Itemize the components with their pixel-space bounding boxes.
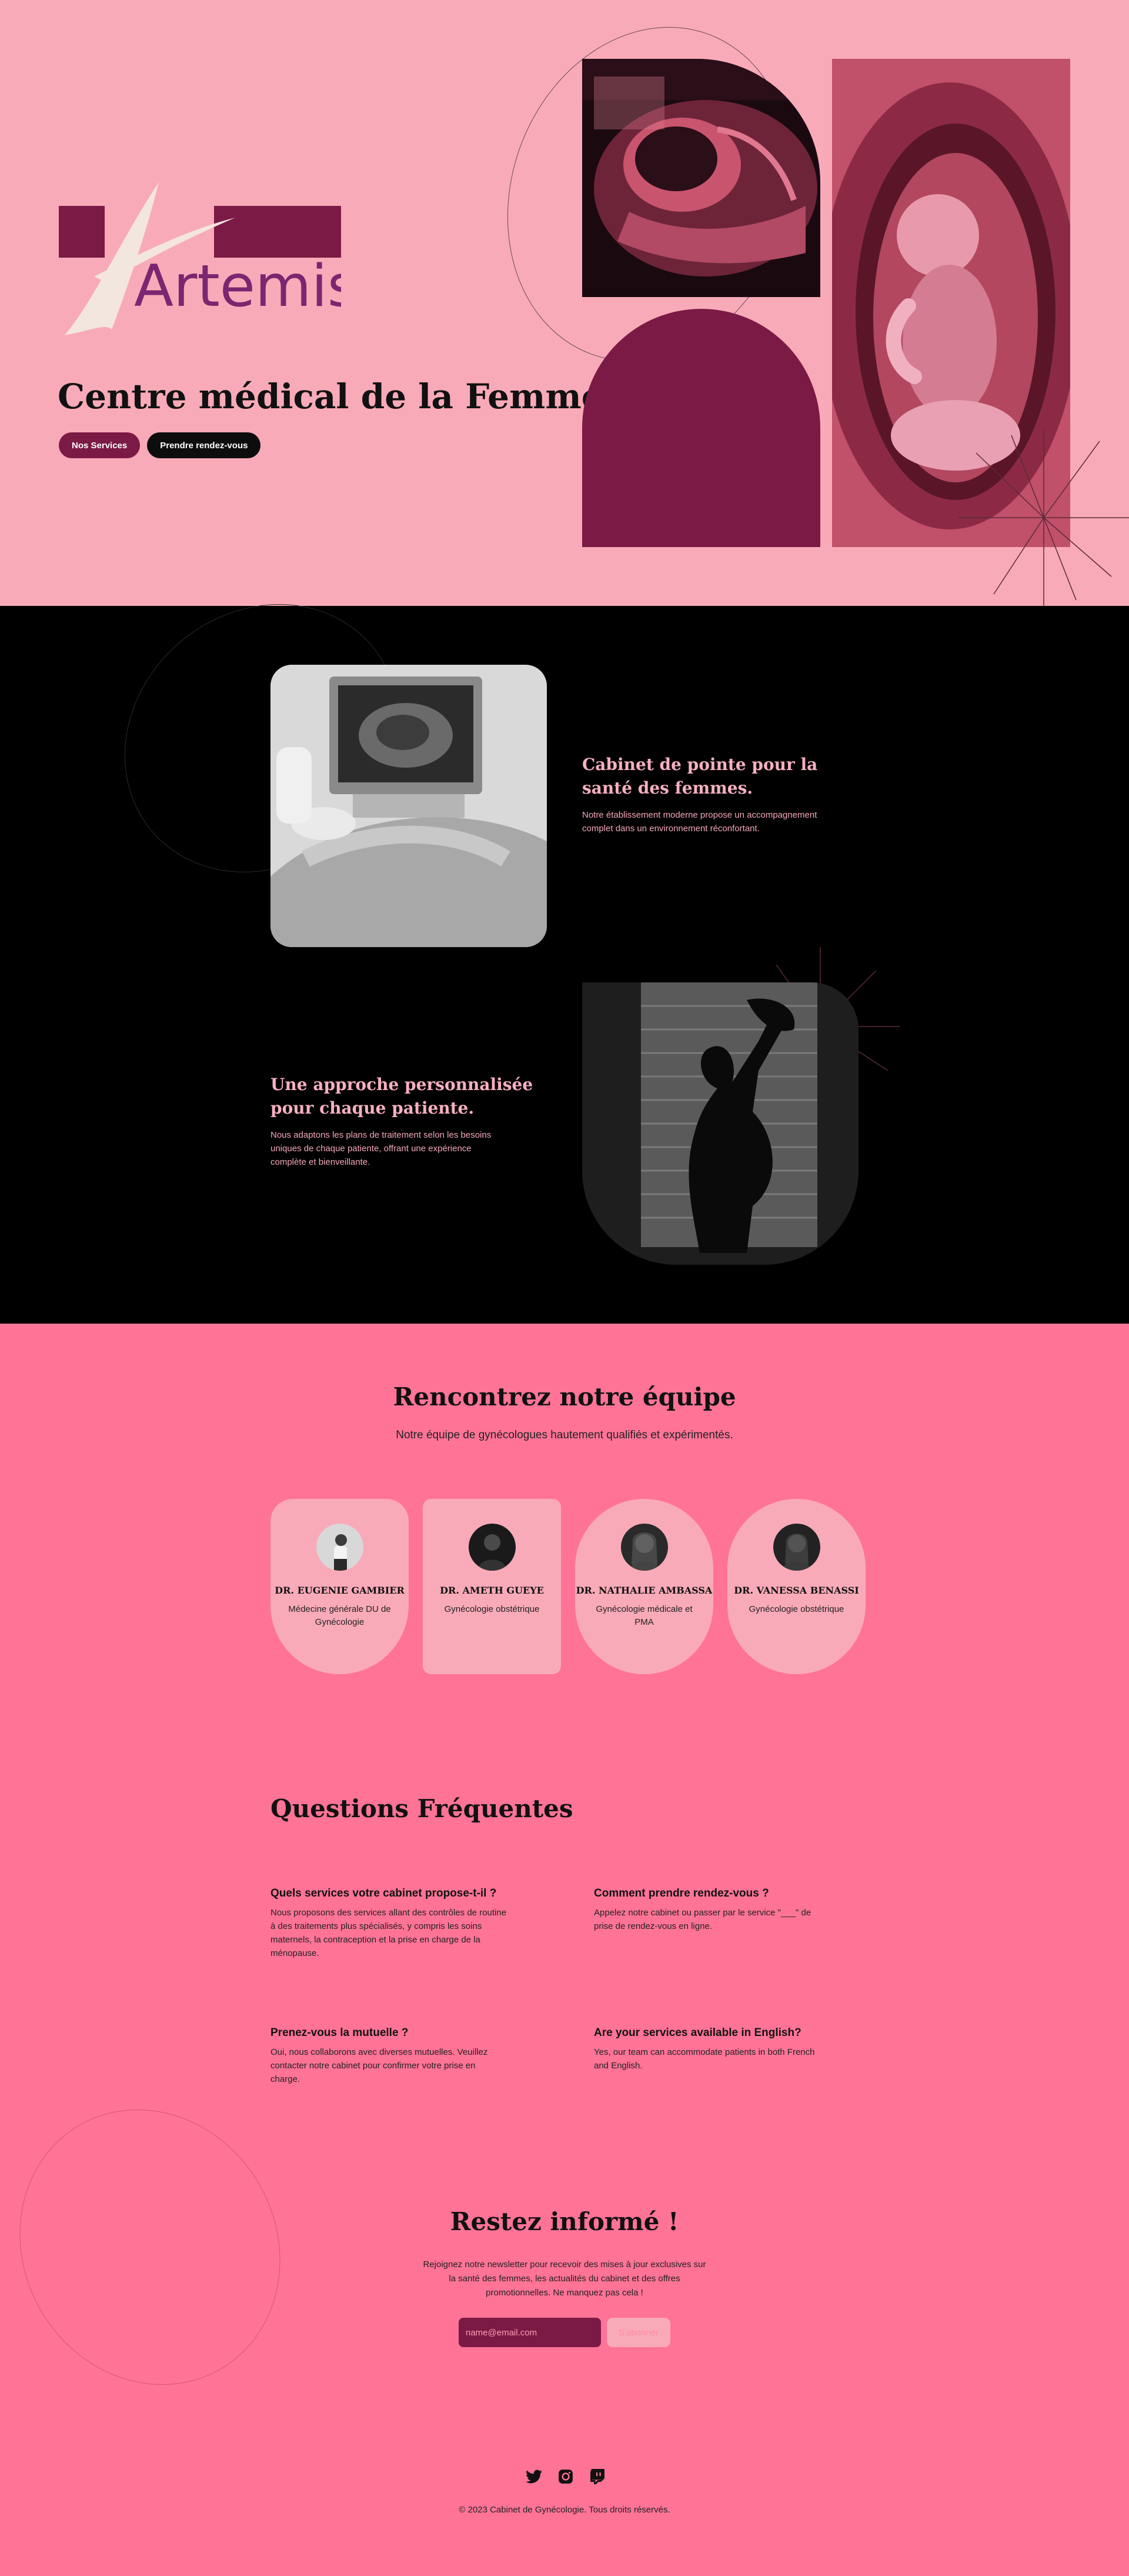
feature-body: Nous adaptons les plans de traitement se… <box>270 1130 492 1167</box>
faq-answer: Nous proposons des services allant des c… <box>270 1908 507 1958</box>
team-member-role: Gynécologie obstétrique <box>444 1604 540 1614</box>
feature-block-2: Une approche personnalisée pour chaque p… <box>270 1073 547 1169</box>
faq-question: Are your services available in English? <box>594 2027 801 2039</box>
team-subtitle: Notre équipe de gynécologues hautement q… <box>396 1429 733 1441</box>
team-card[interactable]: DR. VANESSA BENASSI Gynécologie obstétri… <box>727 1499 866 1674</box>
twitch-icon[interactable] <box>589 2468 606 2485</box>
faq-title: Questions Fréquentes <box>270 1794 573 1823</box>
team-member-name: DR. VANESSA BENASSI <box>734 1585 859 1596</box>
decorative-ellipse <box>0 2061 330 2433</box>
feature-title: Une approche personnalisée pour chaque p… <box>270 1075 533 1118</box>
email-field[interactable] <box>459 2318 601 2347</box>
team-member-name: DR. EUGENIE GAMBIER <box>275 1585 405 1596</box>
team-cards: DR. EUGENIE GAMBIER Médecine générale DU… <box>270 1499 866 1674</box>
decorative-arch <box>582 309 820 547</box>
ultrasound-exam-image <box>270 665 547 947</box>
ultrasound-image <box>582 59 820 297</box>
team-member-role: Médecine générale DU de Gynécologie <box>288 1604 391 1627</box>
hero-actions: Nos Services Prendre rendez-vous <box>59 432 261 458</box>
copyright-text: © 2023 Cabinet de Gynécologie. Tous droi… <box>459 2505 670 2515</box>
page-title: Centre médical de la Femme <box>58 376 603 416</box>
faq-question: Quels services votre cabinet propose-t-i… <box>270 1887 497 1899</box>
faq-question: Comment prendre rendez-vous ? <box>594 1887 769 1899</box>
hero-section: Artemis Centre médical de la Femme Nos S… <box>0 0 1129 606</box>
faq-answer: Yes, our team can accommodate patients i… <box>594 2047 815 2071</box>
instagram-icon[interactable] <box>557 2468 574 2485</box>
team-card[interactable]: DR. AMETH GUEYE Gynécologie obstétrique <box>423 1499 561 1674</box>
feature-title: Cabinet de pointe pour la santé des femm… <box>582 755 818 798</box>
feature-block-1: Cabinet de pointe pour la santé des femm… <box>582 753 859 835</box>
avatar <box>773 1524 820 1571</box>
subscribe-button[interactable]: S'abonner <box>607 2318 670 2347</box>
starburst-decoration <box>958 429 1129 606</box>
avatar <box>468 1524 516 1571</box>
avatar <box>316 1524 363 1571</box>
faq-item: Prenez-vous la mutuelle ? Oui, nous coll… <box>270 2027 512 2086</box>
team-member-role: Gynécologie obstétrique <box>749 1604 844 1614</box>
faq-answer: Appelez notre cabinet ou passer par le s… <box>594 1908 811 1931</box>
appointment-button[interactable]: Prendre rendez-vous <box>147 432 261 458</box>
faq-item: Comment prendre rendez-vous ? Appelez no… <box>594 1887 835 1933</box>
team-member-name: DR. AMETH GUEYE <box>440 1585 544 1596</box>
faq-answer: Oui, nous collaborons avec diverses mutu… <box>270 2047 488 2084</box>
team-member-role: Gynécologie médicale et PMA <box>596 1604 693 1627</box>
newsletter-title: Restez informé ! <box>450 2207 679 2236</box>
services-button[interactable]: Nos Services <box>59 432 141 458</box>
logo-wordmark: Artemis <box>134 253 341 320</box>
avatar <box>620 1524 668 1571</box>
social-links <box>525 2468 606 2485</box>
twitter-icon[interactable] <box>525 2468 543 2485</box>
pregnant-woman-image <box>582 982 859 1265</box>
team-card[interactable]: DR. NATHALIE AMBASSA Gynécologie médical… <box>575 1499 713 1674</box>
team-card[interactable]: DR. EUGENIE GAMBIER Médecine générale DU… <box>270 1499 409 1674</box>
faq-question: Prenez-vous la mutuelle ? <box>270 2027 409 2039</box>
newsletter-text: Rejoignez notre newsletter pour recevoir… <box>423 2260 706 2298</box>
faq-item: Quels services votre cabinet propose-t-i… <box>270 1887 512 1960</box>
team-title: Rencontrez notre équipe <box>393 1382 736 1411</box>
faq-item: Are your services available in English? … <box>594 2027 835 2072</box>
feature-body: Notre établissement moderne propose un a… <box>582 810 817 834</box>
artemis-logo: Artemis <box>59 182 341 335</box>
newsletter-form: S'abonner <box>459 2318 670 2347</box>
team-member-name: DR. NATHALIE AMBASSA <box>576 1585 713 1596</box>
